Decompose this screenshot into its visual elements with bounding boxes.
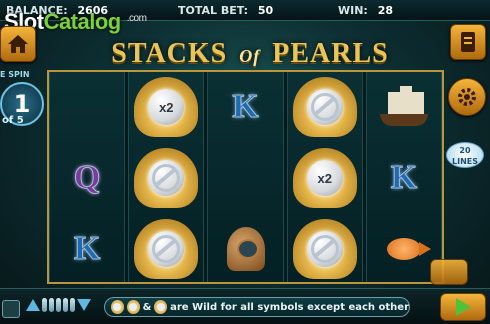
autoplay-button[interactable] [430, 259, 468, 285]
pearl-symbol-icon: x2 [148, 89, 185, 125]
info-icon[interactable] [2, 300, 20, 318]
home-button[interactable] [0, 26, 36, 62]
pearl-shell-icon [134, 219, 199, 279]
rules-text: are Wild for all symbols except each oth… [170, 301, 409, 313]
pearl-symbol-icon [148, 231, 185, 267]
reel-cell [367, 72, 441, 142]
total-bet-display: TOTAL BET: 50 [178, 4, 273, 17]
pearl-shell-icon: x2 [292, 148, 357, 208]
wild-symbol-icon [152, 235, 181, 263]
pearl-symbol-icon [111, 300, 124, 314]
logo-word2: PEARLS [272, 38, 389, 69]
pearl-symbol-icon [154, 300, 168, 314]
settings-button[interactable] [448, 78, 486, 116]
reel-5: K [365, 72, 443, 282]
diving-helmet-icon [226, 227, 265, 271]
wild-symbol-icon [310, 235, 339, 263]
reel-cell: Q [50, 143, 124, 213]
reel-cell [129, 143, 203, 213]
total-bet-label: TOTAL BET: [178, 4, 249, 17]
rules-message: & are Wild for all symbols except each o… [104, 297, 410, 317]
chip-icon [63, 298, 68, 312]
reel-cell [129, 214, 203, 284]
chip-icon [42, 298, 47, 312]
reel-cell [208, 143, 282, 213]
game-logo: STACKS Of PEARLS [78, 38, 422, 70]
reel-3: K [207, 72, 284, 284]
win-value: 28 [377, 4, 393, 17]
wild-symbol-icon [152, 164, 181, 192]
pearl-symbol-icon [306, 89, 343, 125]
multiplier-text: x2 [317, 170, 332, 186]
bet-lines-control [26, 298, 91, 312]
reel-2: x2 [128, 72, 205, 284]
ship-symbol-icon [374, 84, 434, 130]
pearl-shell-icon: x2 [134, 77, 199, 137]
wild-symbol-icon [310, 93, 339, 121]
symbol-k: K [232, 88, 259, 126]
watermark-part2: Catalog [43, 9, 122, 34]
reel-4: x2 [286, 72, 363, 284]
pearl-shell-icon [292, 77, 357, 137]
gear-icon [458, 88, 476, 106]
reel-1: QK [49, 72, 126, 284]
spin-button[interactable] [440, 293, 486, 321]
logo-word1: STACKS [111, 38, 228, 69]
symbol-q: Q [73, 159, 101, 197]
reel-cell: K [50, 214, 124, 284]
play-icon [455, 298, 471, 316]
paytable-button[interactable] [450, 24, 486, 60]
win-label: WIN: [338, 4, 368, 17]
reel-cell: K [367, 143, 441, 213]
reel-cell [50, 72, 124, 142]
pearl-symbol-icon: x2 [306, 160, 343, 196]
reel-cell [288, 72, 362, 142]
watermark-suffix: .com [126, 13, 147, 24]
pearl-symbol-icon [148, 160, 185, 196]
reel-cell: x2 [129, 72, 203, 142]
pearl-shell-icon [134, 148, 199, 208]
lines-count: 20 [459, 146, 471, 155]
free-spins-label: E SPIN [0, 70, 30, 79]
reel-cell [208, 214, 282, 284]
reel-cell: K [208, 72, 282, 142]
chip-icon [70, 298, 75, 312]
symbol-k: K [390, 159, 418, 197]
total-bet-value: 50 [257, 4, 274, 17]
symbol-k: K [73, 230, 101, 268]
lines-label: LINES [452, 157, 478, 166]
reel-cell [288, 214, 362, 284]
chip-icon [49, 298, 54, 312]
lines-badge: 20 LINES [446, 142, 484, 168]
pearl-symbol-icon [306, 231, 343, 267]
home-icon [8, 35, 28, 53]
increase-arrow-icon[interactable] [26, 299, 40, 311]
logo-of: Of [239, 46, 261, 66]
multiplier-text: x2 [159, 99, 174, 115]
free-spins-total: of 5 [2, 115, 24, 126]
decrease-arrow-icon[interactable] [77, 299, 91, 311]
reel-grid: Q Kx2 Kx2 K [47, 70, 444, 284]
chip-icon [56, 298, 61, 312]
win-display: WIN: 28 [338, 4, 393, 17]
pearl-symbol-icon [126, 300, 140, 314]
document-icon [461, 32, 475, 52]
rules-amp: & [142, 301, 152, 313]
reel-cell: x2 [288, 143, 362, 213]
fish-symbol-icon [386, 238, 431, 260]
pearl-shell-icon [292, 219, 357, 279]
